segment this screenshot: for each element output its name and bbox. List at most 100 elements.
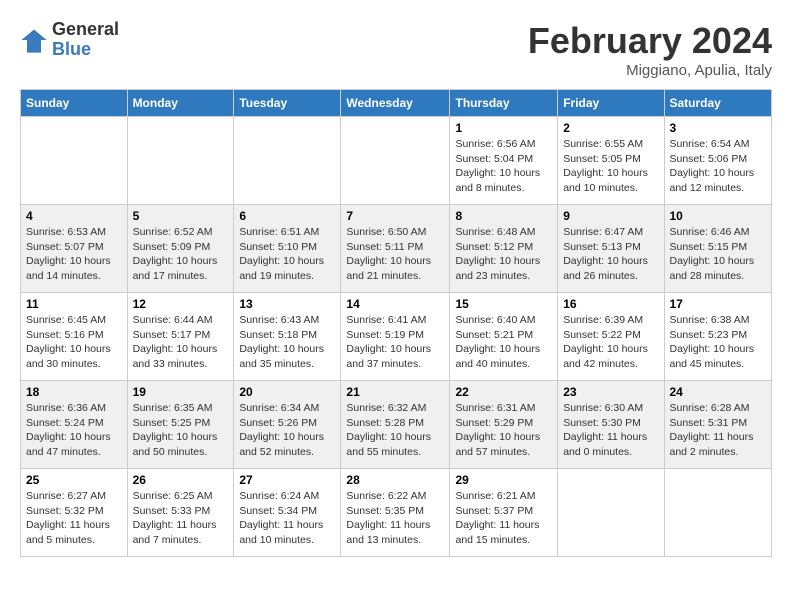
header-tuesday: Tuesday [234, 90, 341, 117]
logo-general: General [52, 20, 119, 40]
day-info: Sunrise: 6:48 AM Sunset: 5:12 PM Dayligh… [455, 225, 552, 284]
day-number: 23 [563, 385, 658, 399]
day-info: Sunrise: 6:40 AM Sunset: 5:21 PM Dayligh… [455, 313, 552, 372]
day-info: Sunrise: 6:50 AM Sunset: 5:11 PM Dayligh… [346, 225, 444, 284]
day-number: 22 [455, 385, 552, 399]
header-wednesday: Wednesday [341, 90, 450, 117]
day-info: Sunrise: 6:22 AM Sunset: 5:35 PM Dayligh… [346, 489, 444, 548]
day-number: 7 [346, 209, 444, 223]
calendar-cell [341, 117, 450, 205]
day-number: 19 [133, 385, 229, 399]
calendar-cell: 7 Sunrise: 6:50 AM Sunset: 5:11 PM Daylig… [341, 205, 450, 293]
day-number: 17 [670, 297, 767, 311]
day-info: Sunrise: 6:46 AM Sunset: 5:15 PM Dayligh… [670, 225, 767, 284]
day-number: 26 [133, 473, 229, 487]
day-info: Sunrise: 6:35 AM Sunset: 5:25 PM Dayligh… [133, 401, 229, 460]
day-number: 9 [563, 209, 658, 223]
calendar-cell [127, 117, 234, 205]
day-number: 24 [670, 385, 767, 399]
month-title: February 2024 [528, 20, 772, 62]
day-number: 3 [670, 121, 767, 135]
calendar-cell: 16 Sunrise: 6:39 AM Sunset: 5:22 PM Dayli… [558, 293, 664, 381]
calendar-cell: 29Sunrise: 6:21 AM Sunset: 5:37 PM Dayli… [450, 469, 558, 557]
day-number: 21 [346, 385, 444, 399]
day-info: Sunrise: 6:52 AM Sunset: 5:09 PM Dayligh… [133, 225, 229, 284]
calendar-cell [21, 117, 128, 205]
day-number: 5 [133, 209, 229, 223]
day-info: Sunrise: 6:24 AM Sunset: 5:34 PM Dayligh… [239, 489, 335, 548]
calendar-cell: 11Sunrise: 6:45 AM Sunset: 5:16 PM Dayli… [21, 293, 128, 381]
day-info: Sunrise: 6:36 AM Sunset: 5:24 PM Dayligh… [26, 401, 122, 460]
calendar-cell: 25Sunrise: 6:27 AM Sunset: 5:32 PM Dayli… [21, 469, 128, 557]
calendar-week-2: 4 Sunrise: 6:53 AM Sunset: 5:07 PM Daylig… [21, 205, 772, 293]
location: Miggiano, Apulia, Italy [528, 62, 772, 79]
day-number: 10 [670, 209, 767, 223]
day-number: 16 [563, 297, 658, 311]
day-info: Sunrise: 6:28 AM Sunset: 5:31 PM Dayligh… [670, 401, 767, 460]
calendar-cell: 21 Sunrise: 6:32 AM Sunset: 5:28 PM Dayli… [341, 381, 450, 469]
calendar-cell: 28 Sunrise: 6:22 AM Sunset: 5:35 PM Dayli… [341, 469, 450, 557]
calendar-cell: 13 Sunrise: 6:43 AM Sunset: 5:18 PM Dayli… [234, 293, 341, 381]
calendar-cell: 18Sunrise: 6:36 AM Sunset: 5:24 PM Dayli… [21, 381, 128, 469]
calendar-cell: 19 Sunrise: 6:35 AM Sunset: 5:25 PM Dayli… [127, 381, 234, 469]
day-number: 1 [455, 121, 552, 135]
day-info: Sunrise: 6:55 AM Sunset: 5:05 PM Dayligh… [563, 137, 658, 196]
day-info: Sunrise: 6:39 AM Sunset: 5:22 PM Dayligh… [563, 313, 658, 372]
calendar-cell [664, 469, 772, 557]
day-info: Sunrise: 6:47 AM Sunset: 5:13 PM Dayligh… [563, 225, 658, 284]
header-friday: Friday [558, 90, 664, 117]
calendar-week-1: 1 Sunrise: 6:56 AM Sunset: 5:04 PM Daylig… [21, 117, 772, 205]
calendar-cell: 1 Sunrise: 6:56 AM Sunset: 5:04 PM Daylig… [450, 117, 558, 205]
calendar-cell [558, 469, 664, 557]
header-saturday: Saturday [664, 90, 772, 117]
day-info: Sunrise: 6:43 AM Sunset: 5:18 PM Dayligh… [239, 313, 335, 372]
day-info: Sunrise: 6:38 AM Sunset: 5:23 PM Dayligh… [670, 313, 767, 372]
day-number: 12 [133, 297, 229, 311]
calendar-table: SundayMondayTuesdayWednesdayThursdayFrid… [20, 89, 772, 557]
header-monday: Monday [127, 90, 234, 117]
calendar-cell: 4 Sunrise: 6:53 AM Sunset: 5:07 PM Daylig… [21, 205, 128, 293]
day-info: Sunrise: 6:41 AM Sunset: 5:19 PM Dayligh… [346, 313, 444, 372]
logo-text: General Blue [52, 20, 119, 60]
calendar-cell: 6 Sunrise: 6:51 AM Sunset: 5:10 PM Daylig… [234, 205, 341, 293]
day-number: 28 [346, 473, 444, 487]
calendar-cell: 26 Sunrise: 6:25 AM Sunset: 5:33 PM Dayli… [127, 469, 234, 557]
day-info: Sunrise: 6:56 AM Sunset: 5:04 PM Dayligh… [455, 137, 552, 196]
calendar-cell: 8Sunrise: 6:48 AM Sunset: 5:12 PM Daylig… [450, 205, 558, 293]
calendar-cell: 3 Sunrise: 6:54 AM Sunset: 5:06 PM Daylig… [664, 117, 772, 205]
calendar-body: 1 Sunrise: 6:56 AM Sunset: 5:04 PM Daylig… [21, 117, 772, 557]
calendar-header-row: SundayMondayTuesdayWednesdayThursdayFrid… [21, 90, 772, 117]
day-info: Sunrise: 6:31 AM Sunset: 5:29 PM Dayligh… [455, 401, 552, 460]
day-number: 11 [26, 297, 122, 311]
calendar-cell: 15Sunrise: 6:40 AM Sunset: 5:21 PM Dayli… [450, 293, 558, 381]
day-info: Sunrise: 6:32 AM Sunset: 5:28 PM Dayligh… [346, 401, 444, 460]
day-number: 6 [239, 209, 335, 223]
day-info: Sunrise: 6:25 AM Sunset: 5:33 PM Dayligh… [133, 489, 229, 548]
day-number: 29 [455, 473, 552, 487]
calendar-cell [234, 117, 341, 205]
calendar-cell: 23 Sunrise: 6:30 AM Sunset: 5:30 PM Dayli… [558, 381, 664, 469]
day-info: Sunrise: 6:54 AM Sunset: 5:06 PM Dayligh… [670, 137, 767, 196]
day-number: 2 [563, 121, 658, 135]
calendar-cell: 22 Sunrise: 6:31 AM Sunset: 5:29 PM Dayli… [450, 381, 558, 469]
calendar-cell: 10 Sunrise: 6:46 AM Sunset: 5:15 PM Dayli… [664, 205, 772, 293]
day-number: 13 [239, 297, 335, 311]
day-number: 25 [26, 473, 122, 487]
page-header: General Blue February 2024 Miggiano, Apu… [20, 20, 772, 79]
day-info: Sunrise: 6:51 AM Sunset: 5:10 PM Dayligh… [239, 225, 335, 284]
day-info: Sunrise: 6:30 AM Sunset: 5:30 PM Dayligh… [563, 401, 658, 460]
calendar-cell: 20Sunrise: 6:34 AM Sunset: 5:26 PM Dayli… [234, 381, 341, 469]
title-block: February 2024 Miggiano, Apulia, Italy [528, 20, 772, 79]
calendar-week-4: 18Sunrise: 6:36 AM Sunset: 5:24 PM Dayli… [21, 381, 772, 469]
calendar-week-3: 11Sunrise: 6:45 AM Sunset: 5:16 PM Dayli… [21, 293, 772, 381]
calendar-cell: 2 Sunrise: 6:55 AM Sunset: 5:05 PM Daylig… [558, 117, 664, 205]
day-info: Sunrise: 6:44 AM Sunset: 5:17 PM Dayligh… [133, 313, 229, 372]
calendar-cell: 17 Sunrise: 6:38 AM Sunset: 5:23 PM Dayli… [664, 293, 772, 381]
day-number: 4 [26, 209, 122, 223]
calendar-week-5: 25Sunrise: 6:27 AM Sunset: 5:32 PM Dayli… [21, 469, 772, 557]
day-number: 14 [346, 297, 444, 311]
logo: General Blue [20, 20, 119, 60]
calendar-cell: 27Sunrise: 6:24 AM Sunset: 5:34 PM Dayli… [234, 469, 341, 557]
day-info: Sunrise: 6:53 AM Sunset: 5:07 PM Dayligh… [26, 225, 122, 284]
calendar-cell: 9 Sunrise: 6:47 AM Sunset: 5:13 PM Daylig… [558, 205, 664, 293]
